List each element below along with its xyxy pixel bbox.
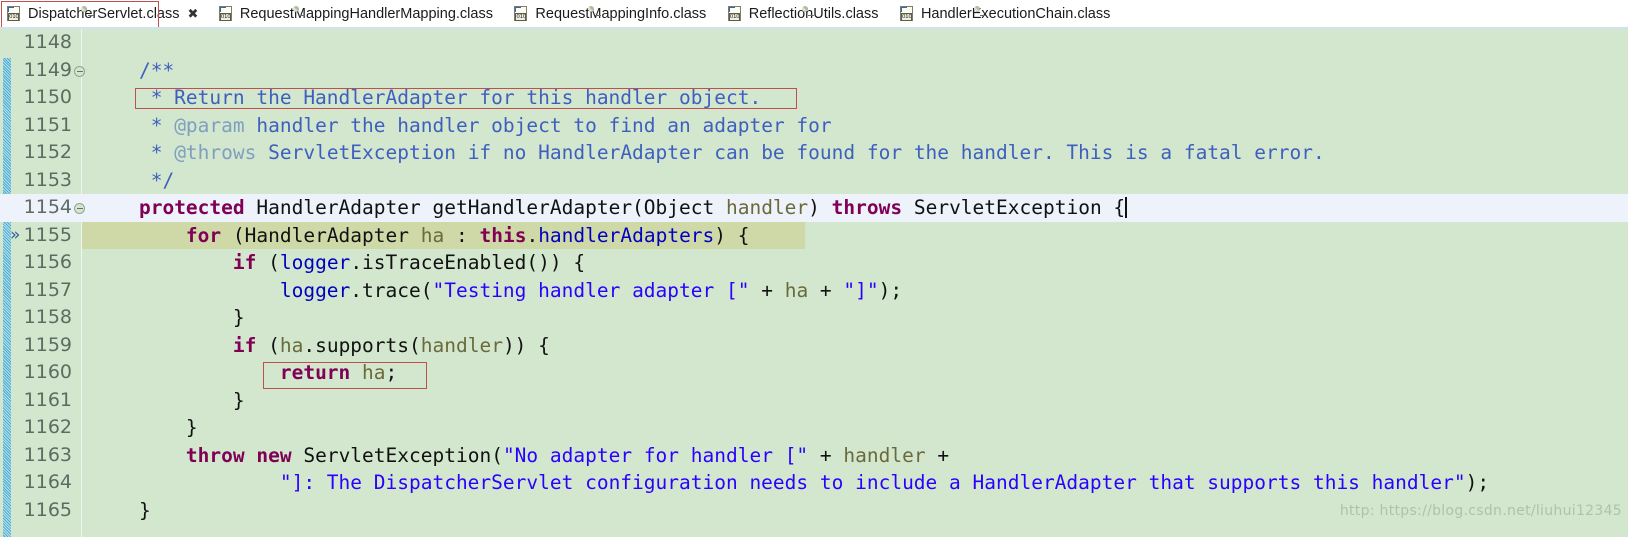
code-row[interactable]: 1148 <box>0 29 1628 57</box>
class-file-icon: 010 <box>7 5 94 22</box>
tab-label: ReflectionUtils.class <box>748 5 879 22</box>
code-row[interactable]: 1151 * @param handler the handler object… <box>0 112 1628 140</box>
class-file-icon: 010 <box>899 5 987 22</box>
code-text: /** <box>92 58 175 82</box>
code-text: "]: The DispatcherServlet configuration … <box>279 471 1490 494</box>
line-number: 1155 <box>23 223 72 246</box>
code-row[interactable]: 1157 logger.trace("Testing handler adapt… <box>0 277 1628 305</box>
code-row[interactable]: 1160 return ha; <box>0 359 1628 389</box>
tab-label: RequestMappingInfo.class <box>535 5 707 22</box>
code-text: } <box>92 416 198 439</box>
code-text: */ <box>92 168 175 192</box>
class-file-icon: 010 <box>218 5 306 22</box>
tab-label: DispatcherServlet.class <box>28 5 180 22</box>
code-row[interactable]: 1158 } <box>0 304 1628 332</box>
tab-requestmappinginfo[interactable]: 010 RequestMappingInfo.class <box>507 0 716 27</box>
line-number: 1150 <box>23 86 72 108</box>
code-row[interactable]: 1156 if (logger.isTraceEnabled()) { <box>0 249 1628 277</box>
code-text: if (ha.supports(handler)) { <box>232 333 550 357</box>
code-text: } <box>92 498 151 522</box>
line-number: 1163 <box>23 443 72 466</box>
class-file-icon: 010 <box>514 5 601 22</box>
fold-collapse-icon[interactable] <box>74 203 85 214</box>
line-number: 1164 <box>23 471 72 493</box>
line-number: 1158 <box>23 306 72 328</box>
watermark-text: http: https://blog.csdn.net/liuhui12345 <box>1339 503 1622 519</box>
code-text: throw new ServletException("No adapter f… <box>185 443 950 467</box>
code-text: * @throws ServletException if no Handler… <box>92 141 1325 164</box>
code-text: * Return the HandlerAdapter for this han… <box>92 86 762 109</box>
line-number: 1161 <box>23 388 72 411</box>
line-number: 1160 <box>23 361 72 383</box>
code-text: } <box>92 306 245 329</box>
code-row-current[interactable]: 1154 protected HandlerAdapter getHandler… <box>0 194 1628 222</box>
code-row[interactable]: 1164 "]: The DispatcherServlet configura… <box>0 469 1628 497</box>
line-number: 1152 <box>23 141 72 163</box>
code-row[interactable]: 1162 } <box>0 414 1628 442</box>
tab-dispatcherservlet[interactable]: 010 DispatcherServlet.class ✖ <box>0 0 208 27</box>
class-file-icon: 010 <box>727 5 815 22</box>
line-number: 1156 <box>23 251 72 273</box>
code-row[interactable]: » 1155 for (HandlerAdapter ha : this.han… <box>0 221 1628 249</box>
code-row[interactable]: 1159 if (ha.supports(handler)) { <box>0 332 1628 360</box>
fold-collapse-icon[interactable] <box>74 65 85 77</box>
code-row[interactable]: 1161 } <box>0 387 1628 415</box>
code-text: if (logger.isTraceEnabled()) { <box>232 251 586 274</box>
tab-label: HandlerExecutionChain.class <box>920 5 1111 22</box>
close-icon[interactable]: ✖ <box>188 6 199 22</box>
line-number: 1148 <box>23 31 72 53</box>
code-row[interactable]: 1149 /** <box>0 57 1628 85</box>
tab-handlerexecutionchain[interactable]: 010 HandlerExecutionChain.class <box>893 0 1120 27</box>
code-row[interactable]: 1150 * Return the HandlerAdapter for thi… <box>0 84 1628 112</box>
line-number: 1151 <box>23 113 72 136</box>
line-number: 1162 <box>23 416 72 438</box>
code-row[interactable]: 1163 throw new ServletException("No adap… <box>0 442 1628 470</box>
editor-tab-bar: 010 DispatcherServlet.class ✖ 010 Reques… <box>0 0 1628 29</box>
tab-label: RequestMappingHandlerMapping.class <box>239 5 493 22</box>
line-number: 1153 <box>23 168 72 191</box>
code-editor[interactable]: 1148 1149 /** 1150 * Return the HandlerA… <box>0 29 1628 537</box>
code-text: } <box>92 388 245 412</box>
code-text: * @param handler the handler object to f… <box>92 113 832 137</box>
tab-requestmappinghandlermapping[interactable]: 010 RequestMappingHandlerMapping.class <box>212 0 503 27</box>
code-text: for (HandlerAdapter ha : this.handlerAda… <box>185 223 750 247</box>
code-text: protected HandlerAdapter getHandlerAdapt… <box>138 196 1127 219</box>
text-caret <box>1125 197 1127 218</box>
code-row[interactable]: 1152 * @throws ServletException if no Ha… <box>0 139 1628 167</box>
tab-reflectionutils[interactable]: 010 ReflectionUtils.class <box>721 0 889 27</box>
line-number: 1154 <box>23 196 72 218</box>
code-text: logger.trace("Testing handler adapter ["… <box>279 278 903 302</box>
code-row[interactable]: 1153 */ <box>0 167 1628 195</box>
code-text: return ha; <box>279 361 398 384</box>
line-number: 1157 <box>23 278 72 301</box>
line-number: 1149 <box>23 58 72 81</box>
line-number: 1165 <box>23 498 72 521</box>
line-number: 1159 <box>23 333 72 356</box>
